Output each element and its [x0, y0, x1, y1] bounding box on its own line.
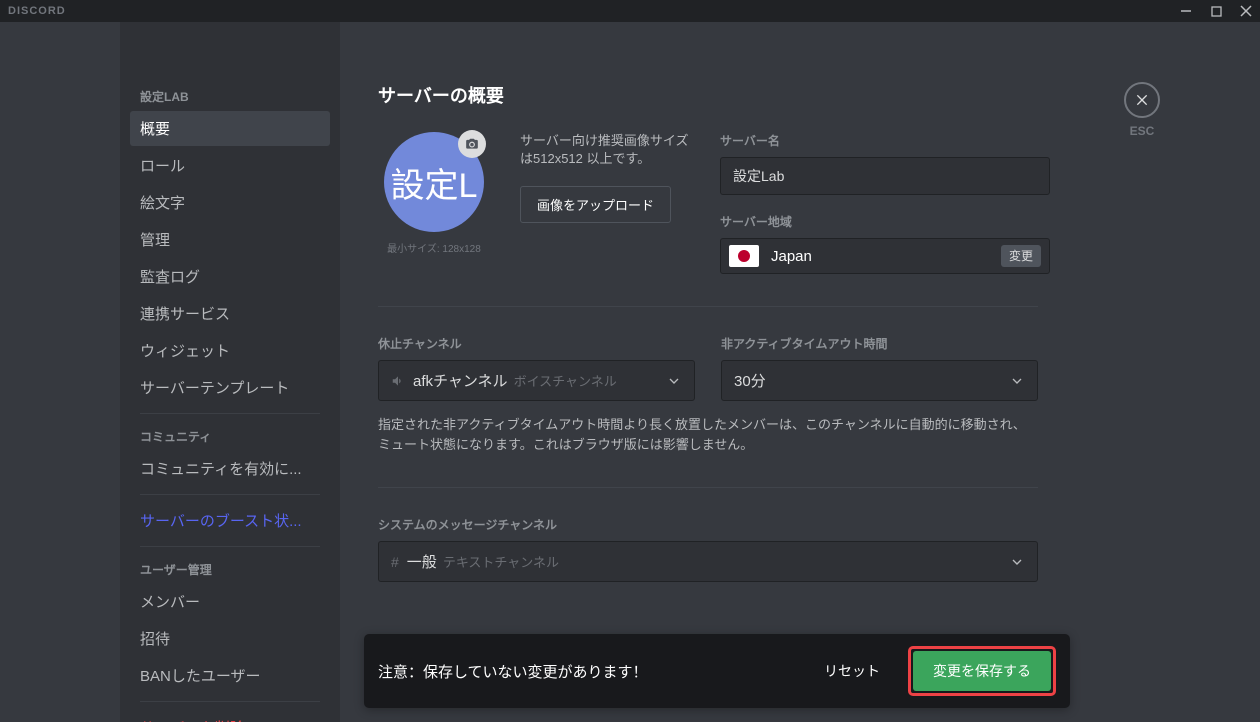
sidebar-item-integrations[interactable]: 連携サービス	[130, 296, 330, 331]
flag-japan-icon	[729, 245, 759, 267]
upload-hint: サーバー向け推奨画像サイズは512x512 以上です。	[520, 132, 690, 168]
server-name-label: サーバー名	[720, 132, 1050, 149]
afk-description: 指定された非アクティブタイムアウト時間より長く放置したメンバーは、このチャンネル…	[378, 415, 1038, 455]
chevron-down-icon	[666, 373, 682, 389]
volume-icon	[391, 374, 405, 388]
right-gutter	[1190, 22, 1260, 722]
divider	[140, 701, 320, 702]
content: サーバーの概要 設定L 最小サイズ: 128x128 サーバー向け推奨画像サイズ…	[340, 22, 1190, 722]
close-window-button[interactable]	[1240, 5, 1252, 17]
timeout-label: 非アクティブタイムアウト時間	[721, 335, 1038, 352]
sidebar-item-enable-community[interactable]: コミュニティを有効に...	[130, 451, 330, 486]
settings-sidebar: 設定LAB 概要 ロール 絵文字 管理 監査ログ 連携サービス ウィジェット サ…	[120, 22, 340, 722]
timeout-select[interactable]: 30分	[721, 360, 1038, 401]
unsaved-message: 注意：保存していない変更があります！	[378, 661, 648, 682]
sidebar-item-template[interactable]: サーバーテンプレート	[130, 370, 330, 405]
save-changes-button[interactable]: 変更を保存する	[913, 651, 1051, 691]
sidebar-item-moderation[interactable]: 管理	[130, 222, 330, 257]
sidebar-item-roles[interactable]: ロール	[130, 148, 330, 183]
reset-button[interactable]: リセット	[812, 653, 892, 689]
hash-icon: #	[391, 554, 399, 570]
region-value: Japan	[771, 248, 1001, 265]
sidebar-item-audit-log[interactable]: 監査ログ	[130, 259, 330, 294]
sysmsg-channel-select[interactable]: # 一般 テキストチャンネル	[378, 541, 1038, 582]
section-header-community: コミュニティ	[130, 422, 330, 451]
section-header-server: 設定LAB	[130, 82, 330, 111]
sidebar-item-overview[interactable]: 概要	[130, 111, 330, 146]
sidebar-item-boost-status[interactable]: サーバーのブースト状...	[130, 503, 330, 538]
avatar-initials: 設定L	[391, 158, 478, 207]
brand: DISCORD	[8, 5, 66, 17]
chevron-down-icon	[1009, 373, 1025, 389]
upload-badge-icon[interactable]	[458, 130, 486, 158]
divider	[140, 546, 320, 547]
sidebar-item-widget[interactable]: ウィジェット	[130, 333, 330, 368]
divider	[140, 494, 320, 495]
divider	[140, 413, 320, 414]
titlebar: DISCORD	[0, 0, 1260, 22]
timeout-value: 30分	[734, 370, 766, 391]
page-title: サーバーの概要	[378, 82, 1150, 108]
afk-channel-label: 休止チャンネル	[378, 335, 695, 352]
sidebar-item-members[interactable]: メンバー	[130, 584, 330, 619]
server-avatar[interactable]: 設定L	[384, 132, 484, 232]
afk-placeholder: ボイスチャンネル	[514, 371, 617, 390]
change-region-button[interactable]: 変更	[1001, 245, 1041, 267]
divider	[378, 487, 1038, 488]
min-size-text: 最小サイズ: 128x128	[387, 240, 481, 255]
close-settings-button[interactable]	[1124, 82, 1160, 118]
section-header-user-management: ユーザー管理	[130, 555, 330, 584]
server-region-label: サーバー地域	[720, 213, 1050, 230]
afk-channel-select[interactable]: afkチャンネル ボイスチャンネル	[378, 360, 695, 401]
close-label: ESC	[1130, 124, 1155, 138]
save-button-highlight: 変更を保存する	[908, 646, 1056, 696]
chevron-down-icon	[1009, 554, 1025, 570]
sidebar-item-invites[interactable]: 招待	[130, 621, 330, 656]
sidebar-item-delete-server[interactable]: サーバーを削除	[130, 710, 330, 722]
upload-image-button[interactable]: 画像をアップロード	[520, 186, 671, 223]
unsaved-changes-bar: 注意：保存していない変更があります！ リセット 変更を保存する	[364, 634, 1070, 708]
window-controls	[1180, 5, 1252, 17]
region-selector[interactable]: Japan 変更	[720, 238, 1050, 274]
server-name-input[interactable]	[720, 157, 1050, 195]
left-gutter	[0, 22, 120, 722]
divider	[378, 306, 1038, 307]
maximize-button[interactable]	[1210, 5, 1222, 17]
sysmsg-label: システムのメッセージチャンネル	[378, 516, 1150, 533]
sidebar-item-bans[interactable]: BANしたユーザー	[130, 658, 330, 693]
sysmsg-value: 一般	[407, 551, 437, 572]
sidebar-item-emoji[interactable]: 絵文字	[130, 185, 330, 220]
minimize-button[interactable]	[1180, 5, 1192, 17]
afk-channel-value: afkチャンネル	[413, 370, 508, 391]
sysmsg-placeholder: テキストチャンネル	[443, 552, 559, 571]
